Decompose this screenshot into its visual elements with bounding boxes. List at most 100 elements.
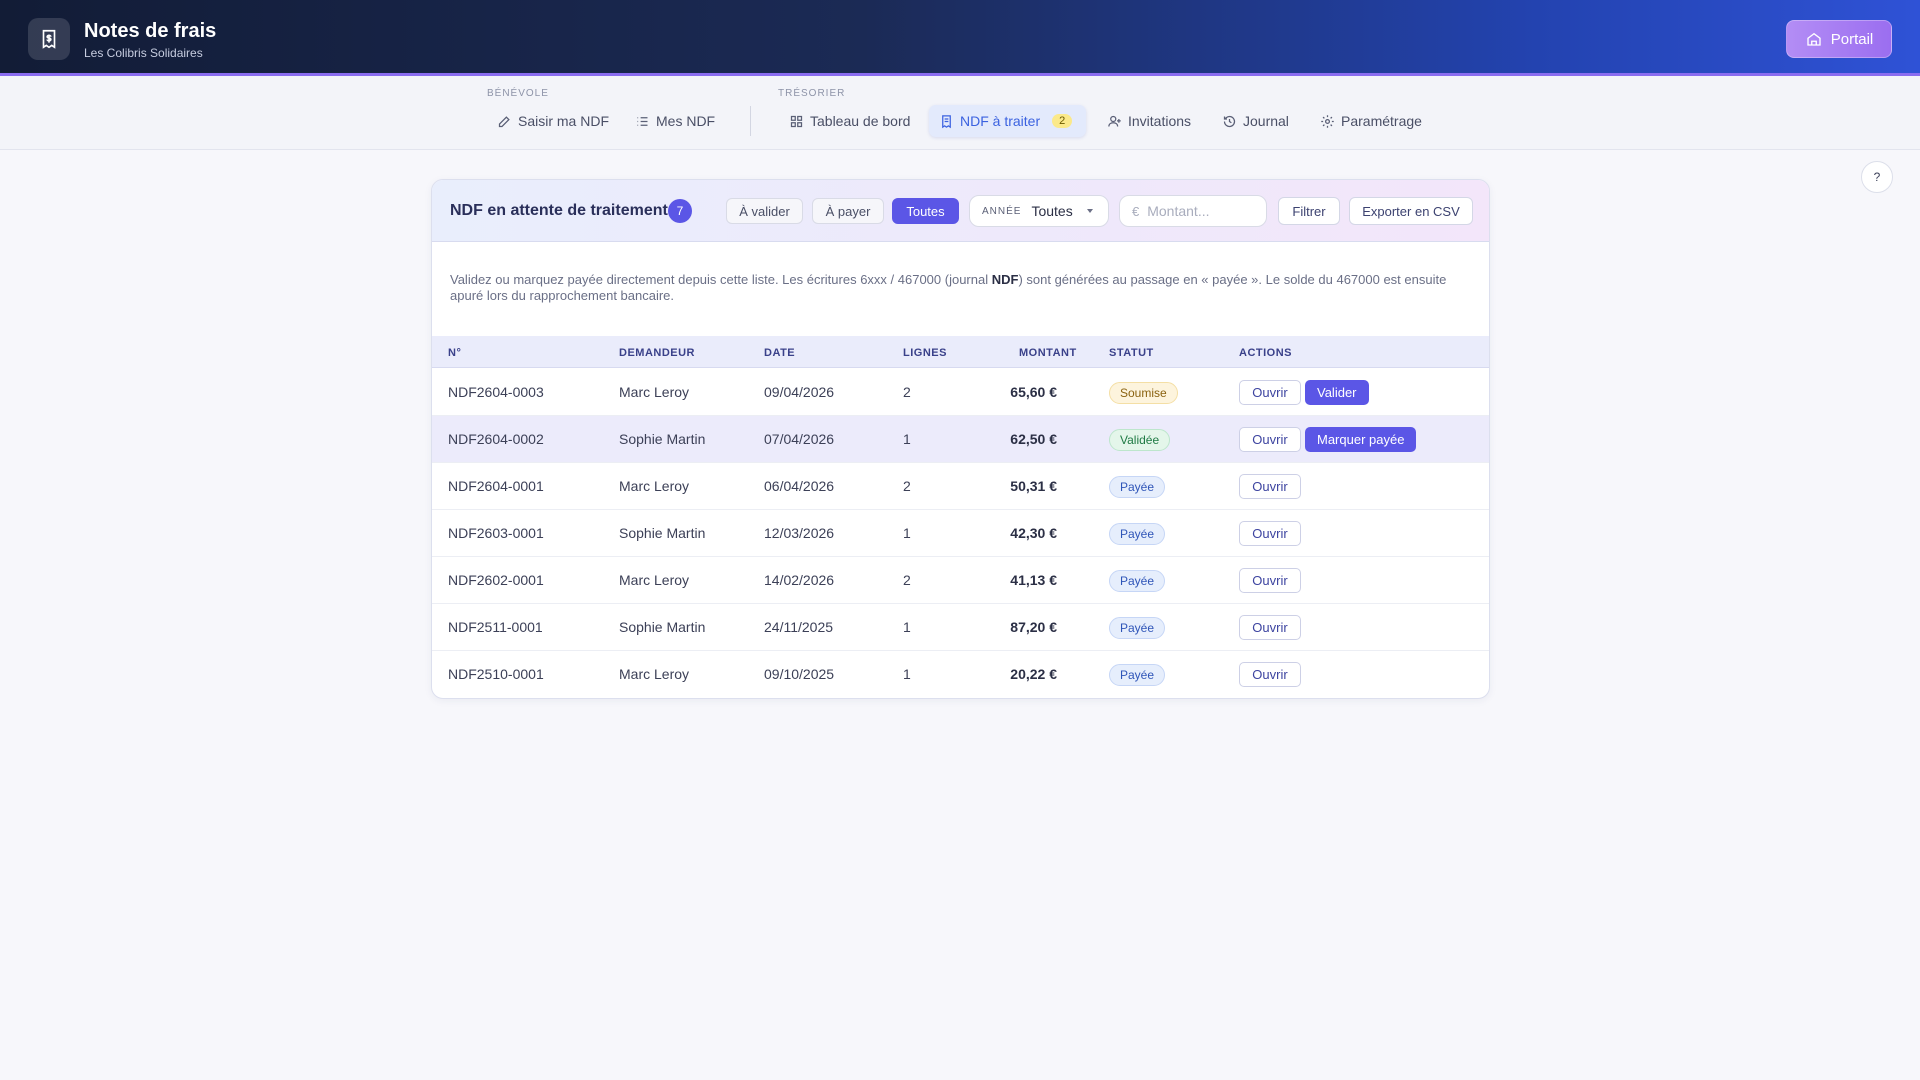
nav-item-saisir-ndf[interactable]: Saisir ma NDF [487, 105, 619, 137]
open-button[interactable]: Ouvrir [1239, 568, 1301, 593]
th-actions: ACTIONS [1239, 347, 1292, 359]
count-badge: 7 [668, 199, 692, 223]
cell-amount: 20,22 € [1010, 666, 1057, 682]
table-row: NDF2604-0001 Marc Leroy 06/04/2026 2 50,… [432, 463, 1489, 510]
nav-group-benevole: BÉNÉVOLE [487, 88, 549, 99]
th-requester: DEMANDEUR [619, 347, 695, 359]
card-description: Validez ou marquez payée directement dep… [450, 272, 1460, 304]
amount-input[interactable] [1147, 203, 1248, 219]
filter-button[interactable]: Filtrer [1278, 197, 1340, 225]
status-badge: Payée [1109, 617, 1166, 639]
open-button[interactable]: Ouvrir [1239, 474, 1301, 499]
th-amount: MONTANT [1019, 347, 1077, 359]
open-button[interactable]: Ouvrir [1239, 380, 1301, 405]
nav-item-invitations[interactable]: Invitations [1097, 105, 1201, 137]
cell-amount: 65,60 € [1010, 384, 1057, 400]
gear-icon [1321, 114, 1334, 128]
cell-requester: Marc Leroy [619, 384, 690, 400]
cell-amount: 87,20 € [1010, 619, 1057, 635]
th-date: DATE [764, 347, 796, 359]
filter-a-valider[interactable]: À valider [726, 198, 803, 224]
cell-num: NDF2604-0001 [448, 478, 544, 494]
nav-item-mes-ndf[interactable]: Mes NDF [625, 105, 725, 137]
card-title: NDF en attente de traitement [450, 202, 668, 219]
cell-date: 09/10/2025 [764, 666, 835, 682]
year-label: ANNÉE [982, 205, 1022, 217]
cell-requester: Marc Leroy [619, 572, 690, 588]
amount-field[interactable]: € [1119, 195, 1267, 227]
nav-item-ndf-a-traiter[interactable]: NDF à traiter 2 [929, 105, 1086, 137]
nav-divider [750, 106, 751, 136]
card-header: NDF en attente de traitement 7 À valider… [432, 180, 1489, 242]
cell-num: NDF2604-0002 [448, 431, 544, 447]
nav-item-tableau-de-bord[interactable]: Tableau de bord [779, 105, 920, 137]
nav-item-label: NDF à traiter [960, 113, 1041, 129]
grid-icon [790, 115, 803, 127]
cell-lines: 2 [903, 572, 911, 588]
chevron-down-icon [1086, 209, 1093, 213]
nav-item-label: Mes NDF [656, 113, 716, 129]
nav-item-journal[interactable]: Journal [1212, 105, 1299, 137]
open-button[interactable]: Ouvrir [1239, 662, 1301, 687]
cell-requester: Sophie Martin [619, 431, 706, 447]
cell-num: NDF2603-0001 [448, 525, 544, 541]
app-subtitle: Les Colibris Solidaires [84, 46, 203, 60]
nav-item-label: Invitations [1128, 113, 1192, 129]
cell-date: 09/04/2026 [764, 384, 835, 400]
cell-date: 06/04/2026 [764, 478, 835, 494]
cell-requester: Sophie Martin [619, 525, 706, 541]
table-row: NDF2602-0001 Marc Leroy 14/02/2026 2 41,… [432, 557, 1489, 604]
nav-item-parametrage[interactable]: Paramétrage [1310, 105, 1432, 137]
validate-button[interactable]: Valider [1305, 380, 1369, 405]
cell-num: NDF2511-0001 [448, 619, 543, 635]
cell-amount: 50,31 € [1010, 478, 1057, 494]
status-badge: Payée [1109, 523, 1166, 545]
filter-a-payer[interactable]: À payer [812, 198, 884, 224]
cell-lines: 2 [903, 478, 911, 494]
nav-item-label: Paramétrage [1341, 113, 1422, 129]
cell-lines: 1 [903, 525, 911, 541]
th-lines: LIGNES [903, 347, 947, 359]
cell-num: NDF2602-0001 [448, 572, 544, 588]
cell-requester: Marc Leroy [619, 478, 690, 494]
filter-toutes[interactable]: Toutes [892, 198, 959, 224]
list-icon [637, 116, 648, 126]
mark-paid-button[interactable]: Marquer payée [1305, 427, 1417, 452]
cell-lines: 1 [903, 666, 911, 682]
nav-group-tresorier: TRÉSORIER [778, 88, 846, 99]
cell-lines: 2 [903, 384, 911, 400]
receipt-logo-icon [28, 18, 70, 60]
cell-date: 24/11/2025 [764, 619, 834, 635]
app-header: Notes de frais Les Colibris Solidaires P… [0, 0, 1920, 76]
main-nav: BÉNÉVOLE TRÉSORIER Saisir ma NDF Mes NDF… [0, 76, 1920, 150]
ndf-pending-card: NDF en attente de traitement 7 À valider… [431, 179, 1490, 699]
year-value: Toutes [1031, 203, 1073, 219]
history-icon [1223, 115, 1236, 127]
description-bold: NDF [991, 272, 1019, 287]
receipt-icon [942, 114, 951, 128]
open-button[interactable]: Ouvrir [1239, 427, 1301, 452]
cell-date: 12/03/2026 [764, 525, 835, 541]
portal-label: Portail [1830, 30, 1874, 48]
open-button[interactable]: Ouvrir [1239, 615, 1301, 640]
table-header: N° DEMANDEUR DATE LIGNES MONTANT STATUT … [432, 336, 1489, 368]
cell-amount: 41,13 € [1010, 572, 1057, 588]
open-button[interactable]: Ouvrir [1239, 521, 1301, 546]
cell-requester: Sophie Martin [619, 619, 706, 635]
cell-amount: 42,30 € [1010, 525, 1057, 541]
cell-num: NDF2510-0001 [448, 666, 544, 682]
nav-item-label: Tableau de bord [810, 113, 911, 129]
pen-icon [498, 115, 510, 127]
euro-icon: € [1132, 203, 1140, 219]
status-badge: Validée [1109, 429, 1171, 451]
th-status: STATUT [1109, 347, 1154, 359]
portal-button[interactable]: Portail [1786, 20, 1892, 58]
cell-requester: Marc Leroy [619, 666, 690, 682]
cell-num: NDF2604-0003 [448, 384, 544, 400]
status-badge: Payée [1109, 476, 1166, 498]
cell-date: 14/02/2026 [764, 572, 835, 588]
year-select[interactable]: ANNÉE Toutes [969, 195, 1109, 227]
status-badge: Payée [1109, 664, 1166, 686]
export-csv-button[interactable]: Exporter en CSV [1349, 197, 1473, 225]
help-button[interactable]: ? [1861, 161, 1893, 193]
